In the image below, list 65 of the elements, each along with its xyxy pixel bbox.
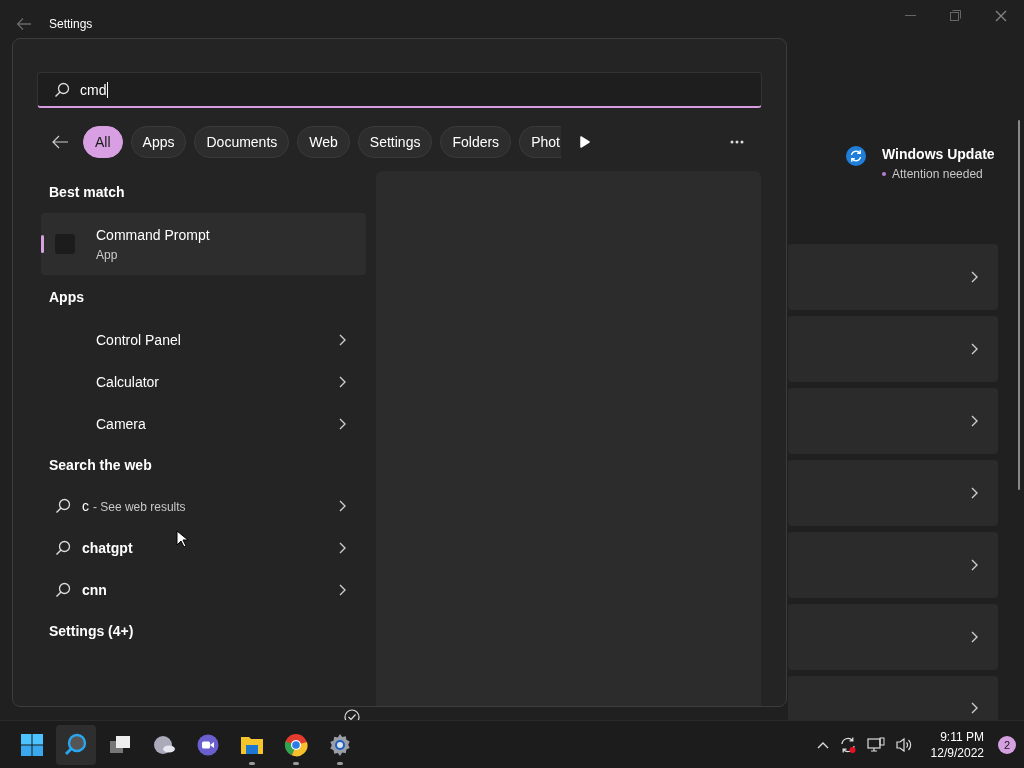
section-heading: Apps <box>48 288 85 307</box>
filter-tab[interactable]: Web <box>297 126 350 158</box>
chevron-right-icon <box>970 343 978 355</box>
filter-tab[interactable]: Folders <box>440 126 512 158</box>
chevron-right-icon <box>970 702 978 714</box>
search-field[interactable]: cmd <box>37 72 762 108</box>
text-caret <box>107 81 109 98</box>
chevron-right-icon <box>338 584 346 596</box>
app-result[interactable]: Camera <box>41 403 366 445</box>
chevron-up-icon[interactable] <box>816 740 829 749</box>
gear-icon <box>328 732 352 757</box>
status-dot <box>882 172 886 176</box>
play-icon[interactable] <box>579 136 590 148</box>
filter-tab[interactable]: Documents <box>194 126 290 158</box>
chevron-right-icon <box>338 334 346 346</box>
app-result[interactable]: Control Panel <box>41 319 366 361</box>
search-icon <box>54 81 70 98</box>
maximize-icon[interactable] <box>950 10 961 21</box>
mouse-cursor <box>176 530 188 548</box>
update-title: Windows Update <box>882 146 995 162</box>
running-indicator <box>337 761 343 765</box>
chevron-right-icon <box>338 500 346 512</box>
running-indicator <box>249 761 255 765</box>
browser-icon <box>284 732 308 757</box>
running-indicator <box>293 761 299 765</box>
notification-badge[interactable]: 2 <box>998 735 1016 754</box>
chevron-right-icon <box>970 487 978 499</box>
filter-tab[interactable]: Settings <box>357 126 433 158</box>
web-result[interactable]: c - See web results <box>41 485 366 527</box>
filter-tab[interactable]: Phot <box>519 126 561 158</box>
chevron-right-icon <box>970 271 978 283</box>
clock[interactable]: 9:11 PM 12/9/2022 <box>930 728 984 761</box>
section-heading: Search the web <box>48 456 153 475</box>
start-icon <box>20 732 44 757</box>
chevron-right-icon <box>970 631 978 643</box>
volume-icon[interactable] <box>894 736 913 753</box>
chevron-right-icon <box>338 418 346 430</box>
section-heading: Best match <box>48 183 126 202</box>
app-type: App <box>96 247 119 262</box>
search-icon <box>55 540 71 556</box>
sync-icon <box>846 146 866 166</box>
search-icon <box>55 498 71 514</box>
sync-alert-icon[interactable] <box>838 735 857 754</box>
chevron-right-icon <box>338 376 346 388</box>
app-result[interactable]: Calculator <box>41 361 366 403</box>
update-status: Attention needed <box>892 167 983 181</box>
section-heading: Settings (4+) <box>48 622 135 641</box>
filter-tab[interactable]: Apps <box>130 126 187 158</box>
chevron-right-icon <box>970 415 978 427</box>
network-icon[interactable] <box>866 736 885 753</box>
more-icon[interactable] <box>729 140 744 144</box>
selection-indicator <box>41 235 44 253</box>
taskbar-button[interactable] <box>56 724 96 765</box>
video-camera-icon <box>196 732 220 757</box>
web-result[interactable]: cnn <box>41 569 366 611</box>
chevron-right-icon <box>338 542 346 554</box>
close-icon[interactable] <box>995 10 1007 22</box>
scrollbar[interactable] <box>1018 120 1020 490</box>
search-icon <box>55 582 71 598</box>
best-match-item[interactable]: Command Prompt App <box>41 213 366 275</box>
chevron-right-icon <box>970 559 978 571</box>
filter-tab[interactable]: All <box>83 126 123 158</box>
window-title: Settings <box>49 16 93 31</box>
search-icon <box>64 732 88 757</box>
app-name: Command Prompt <box>96 226 210 243</box>
